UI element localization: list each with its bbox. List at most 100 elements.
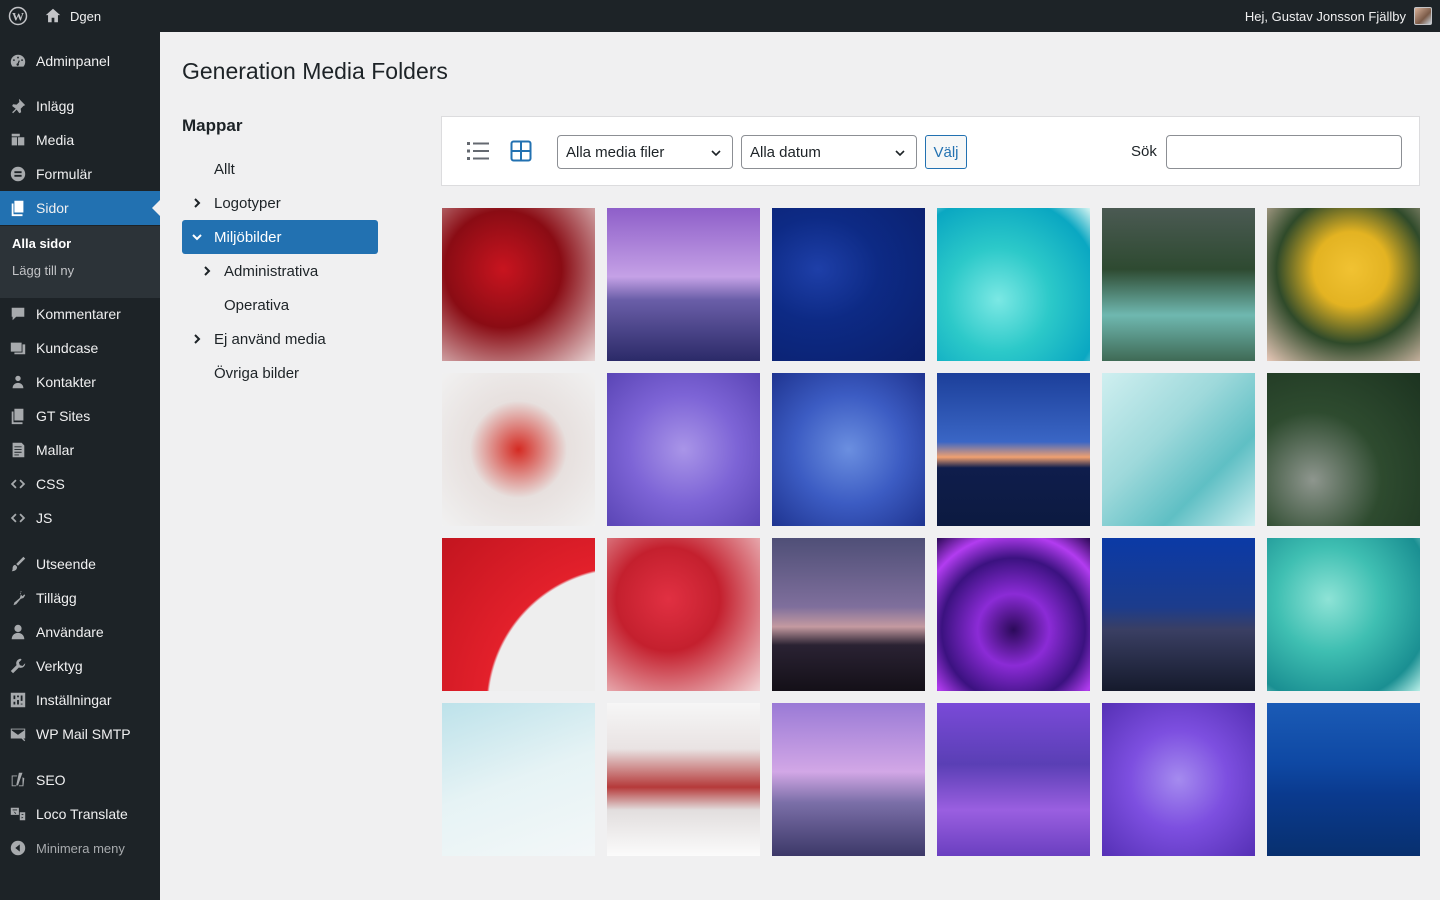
folder-item-administrativa[interactable]: Administrativa [182, 254, 378, 288]
submenu-all-pages[interactable]: Alla sidor [12, 236, 71, 251]
folder-item-miljöbilder[interactable]: Miljöbilder [182, 220, 378, 254]
date-select[interactable]: Alla datum [741, 135, 917, 169]
sidebar-item-gt-sites[interactable]: GT Sites [0, 399, 160, 433]
sidebar-item-användare[interactable]: Användare [0, 615, 160, 649]
media-thumbnail[interactable] [442, 703, 595, 856]
avatar [1414, 7, 1432, 25]
brush-icon [8, 554, 28, 574]
sidebar-item-formulär[interactable]: Formulär [0, 157, 160, 191]
media-thumbnail[interactable] [1102, 208, 1255, 361]
sidebar-item-wp-mail-smtp[interactable]: WP Mail SMTP [0, 717, 160, 751]
collapse-menu-button[interactable]: Minimera meny [0, 831, 160, 865]
media-type-select[interactable]: Alla media filer [557, 135, 733, 169]
sidebar-item-sidor[interactable]: Sidor [0, 191, 160, 225]
media-thumbnail[interactable] [607, 208, 760, 361]
media-thumbnail[interactable] [1267, 703, 1420, 856]
folder-item-logotyper[interactable]: Logotyper [182, 186, 378, 220]
sidebar-item-label: Användare [36, 624, 104, 640]
chevron-down-icon [711, 150, 721, 157]
templates-icon [8, 440, 28, 460]
submenu-add-new[interactable]: Lägg till ny [12, 263, 74, 278]
media-thumbnail[interactable] [1267, 208, 1420, 361]
sidebar-item-adminpanel[interactable]: Adminpanel [0, 44, 160, 78]
media-thumbnail[interactable] [442, 373, 595, 526]
media-thumbnail[interactable] [442, 538, 595, 691]
admin-bar: W Dgen Hej, Gustav Jonsson Fjällby [0, 0, 1440, 32]
folder-item-ej-använd-media[interactable]: Ej använd media [182, 322, 378, 356]
wrench-icon [8, 656, 28, 676]
sidebar-item-label: CSS [36, 476, 65, 492]
folder-label: Allt [214, 160, 235, 178]
media-thumbnail[interactable] [442, 208, 595, 361]
media-thumbnail[interactable] [1102, 373, 1255, 526]
media-thumbnail[interactable] [937, 703, 1090, 856]
media-thumbnail[interactable] [1102, 538, 1255, 691]
comment-icon [8, 304, 28, 324]
translate-icon [8, 804, 28, 824]
search-label: Sök [1131, 143, 1157, 160]
sidebar-item-kontakter[interactable]: Kontakter [0, 365, 160, 399]
sidebar-item-kundcase[interactable]: Kundcase [0, 331, 160, 365]
sidebar-item-loco-translate[interactable]: Loco Translate [0, 797, 160, 831]
folder-item-allt[interactable]: Allt [182, 152, 378, 186]
sidebar-item-css[interactable]: CSS [0, 467, 160, 501]
media-thumbnail[interactable] [607, 538, 760, 691]
grid-view-icon[interactable] [509, 139, 533, 163]
media-icon [8, 130, 28, 150]
settings-icon [8, 690, 28, 710]
code-icon [8, 508, 28, 528]
folder-item-operativa[interactable]: Operativa [182, 288, 378, 322]
sidebar-item-label: Formulär [36, 166, 93, 182]
sidebar-item-js[interactable]: JS [0, 501, 160, 535]
sidebar-item-inlägg[interactable]: Inlägg [0, 89, 160, 123]
media-thumbnail[interactable] [772, 703, 925, 856]
media-thumbnail[interactable] [937, 208, 1090, 361]
sidebar-item-mallar[interactable]: Mallar [0, 433, 160, 467]
folder-label: Miljöbilder [214, 228, 282, 246]
wordpress-logo-icon[interactable]: W [0, 0, 36, 32]
sidebar-item-label: Tillägg [36, 590, 77, 606]
media-thumbnail[interactable] [772, 538, 925, 691]
media-thumbnail[interactable] [1267, 373, 1420, 526]
chevron-right-icon[interactable] [200, 264, 214, 278]
contacts-icon [8, 372, 28, 392]
media-thumbnail[interactable] [1267, 538, 1420, 691]
mail-icon [8, 724, 28, 744]
sidebar-item-label: Kommentarer [36, 306, 121, 322]
folder-label: Operativa [224, 296, 290, 314]
media-thumbnail[interactable] [772, 373, 925, 526]
svg-text:W: W [12, 10, 24, 24]
chevron-right-icon[interactable] [190, 196, 204, 210]
admin-sidebar: Alla sidor Lägg till ny Adminpanel Inlägg… [0, 32, 160, 900]
folder-item-övriga-bilder[interactable]: Övriga bilder [182, 356, 378, 390]
media-thumbnail[interactable] [772, 208, 925, 361]
sidebar-item-label: Mallar [36, 442, 75, 458]
search-input[interactable] [1166, 135, 1402, 169]
sidebar-item-label: Kundcase [36, 340, 99, 356]
sidebar-item-kommentarer[interactable]: Kommentarer [0, 297, 160, 331]
list-view-icon[interactable] [466, 139, 490, 163]
media-thumbnail[interactable] [1102, 703, 1255, 856]
media-toolbar: Alla media filer Alla datum Välj Sök [441, 116, 1420, 186]
collapse-label: Minimera meny [36, 840, 125, 856]
sidebar-item-label: Inlägg [36, 98, 75, 114]
media-thumbnail[interactable] [607, 703, 760, 856]
media-grid [442, 208, 1420, 856]
chevron-down-icon[interactable] [190, 230, 204, 244]
select-button[interactable]: Välj [925, 135, 967, 169]
media-thumbnail[interactable] [607, 373, 760, 526]
sidebar-item-verktyg[interactable]: Verktyg [0, 649, 160, 683]
sidebar-item-media[interactable]: Media [0, 123, 160, 157]
dashboard-icon [8, 51, 28, 71]
sidebar-item-inställningar[interactable]: Inställningar [0, 683, 160, 717]
page-title: Generation Media Folders [182, 58, 448, 84]
sidebar-item-seo[interactable]: SEO [0, 763, 160, 797]
site-home-link[interactable]: Dgen [36, 0, 109, 32]
sidebar-item-tillägg[interactable]: Tillägg [0, 581, 160, 615]
chevron-right-icon[interactable] [190, 332, 204, 346]
account-menu[interactable]: Hej, Gustav Jonsson Fjällby [1245, 7, 1440, 25]
sidebar-item-label: Kontakter [36, 374, 96, 390]
media-thumbnail[interactable] [937, 373, 1090, 526]
sidebar-item-utseende[interactable]: Utseende [0, 547, 160, 581]
media-thumbnail[interactable] [937, 538, 1090, 691]
